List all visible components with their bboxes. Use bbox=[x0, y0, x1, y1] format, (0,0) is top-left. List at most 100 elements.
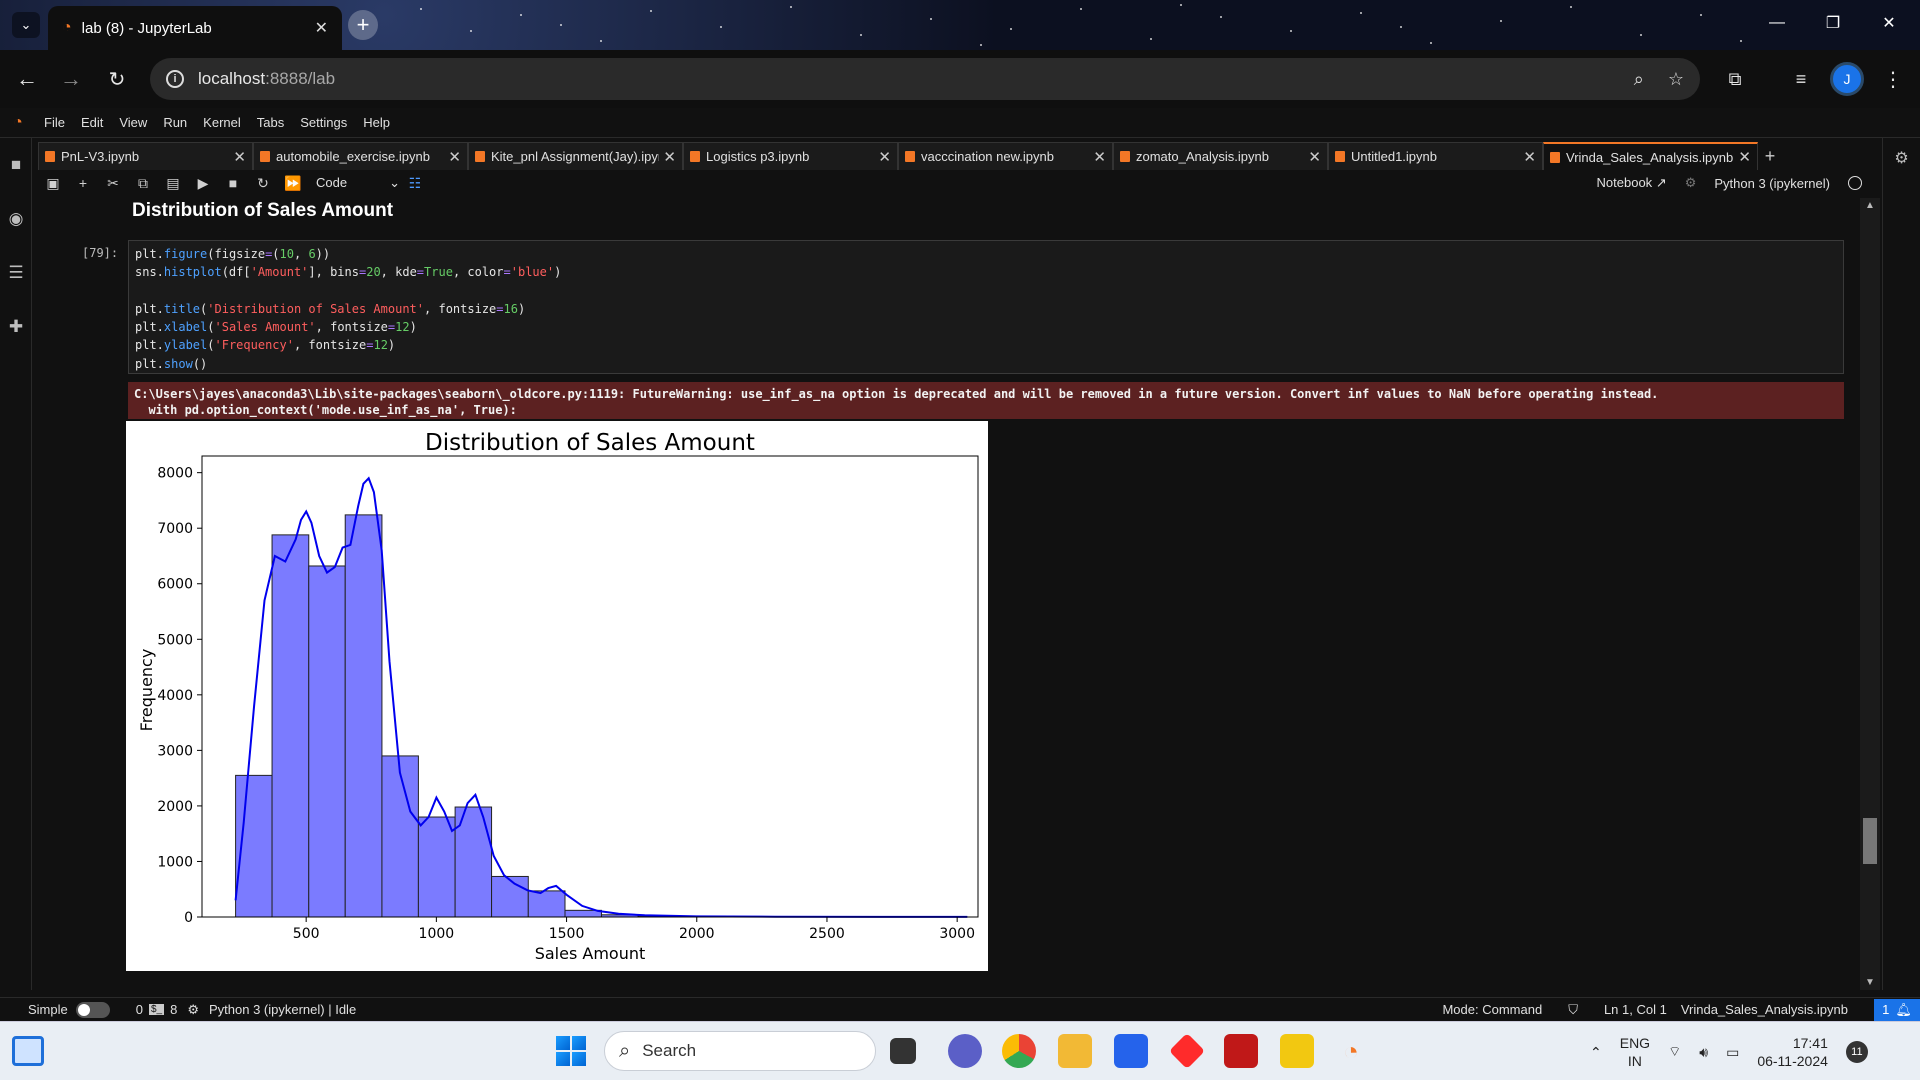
simple-mode-toggle[interactable] bbox=[75, 1001, 110, 1018]
volume-icon[interactable]: 🔊︎ bbox=[1699, 1044, 1708, 1061]
tab-search-chevron-icon[interactable]: ⌄ bbox=[12, 12, 40, 38]
notebook-tab[interactable]: zomato_Analysis.ipynb ✕ bbox=[1113, 142, 1328, 170]
background-star bbox=[1080, 8, 1082, 10]
close-icon[interactable]: ✕ bbox=[1089, 148, 1106, 166]
windows-start-icon[interactable] bbox=[556, 1036, 586, 1066]
browser-tabstrip: ⌄ ◔ lab (8) - JupyterLab ✕ + — ❐ ✕ bbox=[0, 0, 1920, 50]
zoom-icon[interactable]: ⌕ bbox=[1634, 69, 1644, 90]
file-explorer-icon[interactable] bbox=[1058, 1034, 1092, 1068]
extensions-icon[interactable]: ⧉ bbox=[1720, 64, 1750, 94]
insert-cell-icon[interactable]: + bbox=[68, 175, 98, 191]
cell-type-select[interactable]: Code ⌄ bbox=[316, 175, 400, 191]
anydesk-icon[interactable] bbox=[1168, 1032, 1206, 1070]
menu-file[interactable]: File bbox=[36, 115, 73, 130]
cut-icon[interactable]: ✂ bbox=[98, 175, 128, 192]
scroll-down-icon[interactable]: ▼ bbox=[1865, 977, 1875, 988]
property-inspector-gear-icon[interactable]: ⚙ bbox=[1883, 138, 1920, 178]
notebook-tab-active[interactable]: Vrinda_Sales_Analysis.ipynb ✕ bbox=[1543, 142, 1758, 170]
close-icon[interactable]: ✕ bbox=[1519, 148, 1536, 166]
site-info-icon[interactable]: i bbox=[166, 70, 184, 88]
close-tab-icon[interactable]: ✕ bbox=[315, 18, 328, 38]
open-in-notebook-link[interactable]: Notebook ↗ bbox=[1597, 175, 1667, 191]
browser-menu-icon[interactable]: ⋮ bbox=[1878, 64, 1908, 94]
task-view-icon[interactable] bbox=[890, 1038, 916, 1064]
table-of-contents-icon[interactable]: ☰ bbox=[0, 246, 32, 300]
paste-icon[interactable]: ▤ bbox=[158, 175, 188, 192]
menu-help[interactable]: Help bbox=[355, 115, 398, 130]
menu-run[interactable]: Run bbox=[155, 115, 195, 130]
notebook-tab[interactable]: Logistics p3.ipynb ✕ bbox=[683, 142, 898, 170]
close-icon[interactable]: ✕ bbox=[1304, 148, 1321, 166]
profile-avatar[interactable]: J bbox=[1830, 62, 1864, 96]
notebook-tab[interactable]: Kite_pnl Assignment(Jay).ipyn ✕ bbox=[468, 142, 683, 170]
notification-count-badge[interactable]: 11 bbox=[1845, 1041, 1868, 1063]
restart-icon[interactable]: ↻ bbox=[248, 175, 278, 192]
notebook-tab[interactable]: Untitled1.ipynb ✕ bbox=[1328, 142, 1543, 170]
extensions-puzzle-icon[interactable]: ✚ bbox=[0, 300, 32, 354]
close-icon[interactable]: ✕ bbox=[659, 148, 676, 166]
kernel-status-text[interactable]: Python 3 (ipykernel) | Idle bbox=[209, 1002, 356, 1017]
taskbar-search-box[interactable]: ⌕ Search bbox=[604, 1031, 876, 1071]
kernels-count[interactable]: 8 bbox=[170, 1002, 177, 1017]
back-arrow-icon[interactable]: ← bbox=[12, 64, 42, 94]
file-browser-folder-icon[interactable]: ■ bbox=[0, 138, 32, 192]
minimize-icon[interactable]: — bbox=[1754, 8, 1800, 38]
microsoft-store-icon[interactable] bbox=[1114, 1034, 1148, 1068]
show-hidden-icons-chevron-icon[interactable]: ⌃ bbox=[1590, 1044, 1602, 1061]
forward-arrow-icon[interactable]: → bbox=[56, 64, 86, 94]
close-icon[interactable]: ✕ bbox=[1734, 148, 1751, 166]
kernel-name-button[interactable]: Python 3 (ipykernel) bbox=[1714, 176, 1830, 191]
notebook-tab[interactable]: PnL-V3.ipynb ✕ bbox=[38, 142, 253, 170]
close-icon[interactable]: ✕ bbox=[874, 148, 891, 166]
jupyter-app-icon[interactable]: ◔ bbox=[1334, 1034, 1368, 1068]
omnibox[interactable]: i localhost:8888/lab ⌕ ☆ bbox=[150, 58, 1700, 100]
background-star bbox=[420, 8, 422, 10]
running-kernels-icon[interactable]: ◉ bbox=[0, 192, 32, 246]
new-launcher-tab-button[interactable]: + bbox=[1758, 142, 1782, 170]
menu-settings[interactable]: Settings bbox=[292, 115, 355, 130]
teams-meet-icon[interactable] bbox=[948, 1034, 982, 1068]
wifi-icon[interactable]: ⌔ bbox=[1668, 1043, 1681, 1061]
save-icon[interactable]: ▣ bbox=[38, 175, 68, 192]
run-icon[interactable]: ▶ bbox=[188, 175, 218, 192]
new-tab-button[interactable]: + bbox=[348, 10, 378, 40]
terminals-count[interactable]: 0 bbox=[136, 1002, 143, 1017]
fast-forward-icon[interactable]: ⏩ bbox=[278, 175, 308, 192]
scroll-up-icon[interactable]: ▲ bbox=[1865, 200, 1875, 211]
menu-tabs[interactable]: Tabs bbox=[249, 115, 292, 130]
code-cell-editor[interactable]: plt.figure(figsize=(10, 6)) sns.histplot… bbox=[128, 240, 1844, 374]
kernel-settings-gear-icon[interactable]: ⚙ bbox=[1685, 175, 1697, 191]
power-bi-icon[interactable] bbox=[1280, 1034, 1314, 1068]
trusted-shield-icon[interactable]: ⛉ bbox=[1568, 1002, 1578, 1018]
browser-tab[interactable]: ◔ lab (8) - JupyterLab ✕ bbox=[48, 6, 342, 50]
table-of-contents-icon[interactable]: ☷ bbox=[400, 175, 430, 192]
scrollbar-thumb[interactable] bbox=[1863, 818, 1877, 864]
background-star bbox=[1740, 40, 1742, 42]
stop-icon[interactable]: ■ bbox=[218, 175, 248, 191]
copy-icon[interactable]: ⧉ bbox=[128, 175, 158, 192]
menu-kernel[interactable]: Kernel bbox=[195, 115, 249, 130]
language-indicator[interactable]: ENG IN bbox=[1620, 1034, 1650, 1070]
mcafee-icon[interactable] bbox=[1224, 1034, 1258, 1068]
notebook-vertical-scrollbar[interactable]: ▲ ▼ bbox=[1860, 198, 1880, 990]
chrome-icon[interactable] bbox=[1002, 1034, 1036, 1068]
close-icon[interactable]: ✕ bbox=[229, 148, 246, 166]
notebook-tab[interactable]: vacccination new.ipynb ✕ bbox=[898, 142, 1113, 170]
notifications-button[interactable]: 1 🔔︎ bbox=[1874, 998, 1920, 1021]
clock[interactable]: 17:41 06-11-2024 bbox=[1757, 1034, 1828, 1070]
menu-view[interactable]: View bbox=[111, 115, 155, 130]
reload-icon[interactable]: ↻ bbox=[102, 64, 132, 94]
widgets-icon[interactable] bbox=[12, 1036, 44, 1066]
menu-edit[interactable]: Edit bbox=[73, 115, 111, 130]
system-tray: ⌃ ENG IN ⌔ 🔊︎ ▭ 17:41 06-11-2024 11 bbox=[1590, 1028, 1868, 1076]
battery-icon[interactable]: ▭ bbox=[1726, 1044, 1739, 1061]
media-controls-icon[interactable]: ≡ bbox=[1786, 64, 1816, 94]
notebook-panel[interactable]: Distribution of Sales Amount [79]: plt.f… bbox=[38, 198, 1880, 990]
close-window-icon[interactable]: ✕ bbox=[1866, 8, 1912, 38]
close-icon[interactable]: ✕ bbox=[444, 148, 461, 166]
restore-icon[interactable]: ❐ bbox=[1810, 8, 1856, 38]
background-star bbox=[790, 6, 792, 8]
cursor-position[interactable]: Ln 1, Col 1 bbox=[1604, 1002, 1667, 1017]
bookmark-star-icon[interactable]: ☆ bbox=[1668, 69, 1684, 90]
notebook-tab[interactable]: automobile_exercise.ipynb ✕ bbox=[253, 142, 468, 170]
